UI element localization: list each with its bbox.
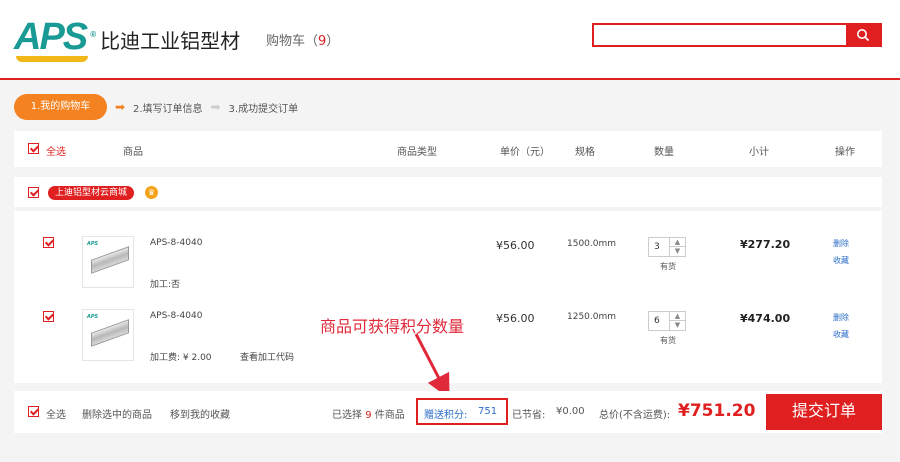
stock-status: 有货	[660, 262, 676, 271]
registered-mark: ®	[90, 30, 96, 39]
arrow-right-icon: ➡	[114, 100, 126, 114]
cart-title-close: ）	[326, 34, 340, 49]
favorite-link[interactable]: 收藏	[833, 255, 849, 266]
submit-order-button[interactable]: 提交订单	[766, 394, 882, 430]
points-value: 751	[478, 406, 498, 417]
logo[interactable]: APS ® 比迪工业铝型材	[14, 16, 241, 62]
shop-name[interactable]: 上迪铝型材云商城	[48, 186, 135, 200]
site-header: APS ® 比迪工业铝型材 购物车（9）	[0, 0, 900, 80]
footer-select-all-label[interactable]: 全选	[46, 406, 66, 421]
logo-swoosh	[16, 56, 88, 62]
stock-status: 有货	[660, 336, 676, 345]
logo-text: 比迪工业铝型材	[100, 29, 241, 53]
col-product-type: 商品类型	[397, 147, 437, 158]
chevron-up-icon[interactable]: ▲	[669, 312, 685, 321]
product-spec: 1250.0mm	[567, 312, 617, 322]
col-quantity: 数量	[654, 147, 674, 158]
shop-row: 上迪铝型材云商城 ♛	[14, 177, 882, 207]
select-all-checkbox[interactable]	[28, 143, 39, 154]
unit-price: ¥56.00	[496, 312, 535, 325]
annotation-arrow-icon	[414, 333, 450, 394]
chevron-down-icon[interactable]: ▼	[669, 247, 685, 256]
arrow-right-icon: ➡	[210, 100, 221, 114]
product-processing: 加工费: ¥ 2.00	[150, 353, 212, 363]
quantity-value[interactable]: 3	[654, 242, 660, 252]
cart-title: 购物车（9）	[266, 30, 339, 49]
search-icon	[857, 29, 870, 42]
item-subtotal: ¥474.00	[740, 312, 791, 325]
aluminum-profile-image	[91, 319, 129, 347]
aluminum-profile-image	[91, 246, 129, 274]
quantity-value[interactable]: 6	[654, 316, 660, 326]
chevron-up-icon[interactable]: ▲	[669, 238, 685, 247]
col-product: 商品	[123, 147, 143, 158]
delete-link[interactable]: 删除	[833, 312, 849, 323]
select-all-label[interactable]: 全选	[46, 143, 66, 158]
selected-suffix: 件商品	[374, 410, 405, 421]
move-to-favorites-link[interactable]: 移到我的收藏	[170, 406, 230, 421]
step-my-cart: 1.我的购物车	[14, 94, 107, 120]
search-input[interactable]	[594, 25, 846, 45]
product-name[interactable]: APS-8-4040	[150, 238, 202, 248]
cart-title-label: 购物车（	[266, 34, 319, 49]
selected-count: 9	[365, 410, 372, 421]
logo-mark-text: APS	[14, 16, 88, 58]
total-price: ¥751.20	[678, 401, 756, 421]
thumbnail-tag: APS	[87, 241, 99, 247]
col-spec: 规格	[575, 147, 595, 158]
item-subtotal: ¥277.20	[740, 238, 791, 251]
unit-price: ¥56.00	[496, 239, 535, 252]
thumbnail-tag: APS	[87, 314, 99, 320]
cart-table-header: 全选 商品 商品类型 单价（元） 规格 数量 小计 操作	[14, 131, 882, 167]
col-unit-price: 单价（元）	[500, 147, 550, 158]
product-name[interactable]: APS-8-4040	[150, 311, 202, 321]
cart-footer: 全选 删除选中的商品 移到我的收藏 已选择 9 件商品 赠送积分: 751 已节…	[14, 391, 882, 433]
col-actions: 操作	[835, 147, 855, 158]
points-label: 赠送积分:	[424, 410, 468, 421]
view-processing-code-link[interactable]: 查看加工代码	[240, 350, 294, 363]
search-box	[592, 23, 882, 47]
selected-prefix: 已选择	[332, 410, 362, 421]
search-button[interactable]	[846, 25, 880, 45]
product-thumbnail[interactable]: APS	[82, 236, 134, 288]
quantity-stepper[interactable]: 3 ▲ ▼	[648, 237, 686, 257]
cart-item: APS APS-8-4040 加工:否 ¥56.00 1500.0mm 3 ▲ …	[14, 211, 882, 290]
shop-checkbox[interactable]	[28, 187, 39, 198]
product-thumbnail[interactable]: APS	[82, 309, 134, 361]
product-spec: 1500.0mm	[567, 239, 617, 249]
item-checkbox[interactable]	[43, 237, 54, 248]
step-submit-order: 3.成功提交订单	[228, 103, 299, 115]
favorite-link[interactable]: 收藏	[833, 329, 849, 340]
checkout-steps: 1.我的购物车 ➡ 2.填写订单信息 ➡ 3.成功提交订单	[14, 94, 298, 120]
total-label: 总价(不含运费):	[599, 410, 671, 421]
delete-selected-link[interactable]: 删除选中的商品	[82, 406, 152, 421]
item-checkbox[interactable]	[43, 311, 54, 322]
col-subtotal: 小计	[749, 147, 769, 158]
saved-label: 已节省:	[512, 410, 546, 421]
quantity-stepper[interactable]: 6 ▲ ▼	[648, 311, 686, 331]
step-fill-order: 2.填写订单信息	[133, 103, 203, 115]
crown-icon: ♛	[145, 186, 158, 199]
delete-link[interactable]: 删除	[833, 238, 849, 249]
logo-mark: APS ®	[14, 16, 96, 62]
selected-summary: 已选择 9 件商品	[332, 406, 405, 421]
points-box: 赠送积分: 751	[416, 398, 508, 425]
chevron-down-icon[interactable]: ▼	[669, 321, 685, 330]
footer-select-all-checkbox[interactable]	[28, 406, 39, 417]
saved-value: ¥0.00	[556, 406, 585, 417]
